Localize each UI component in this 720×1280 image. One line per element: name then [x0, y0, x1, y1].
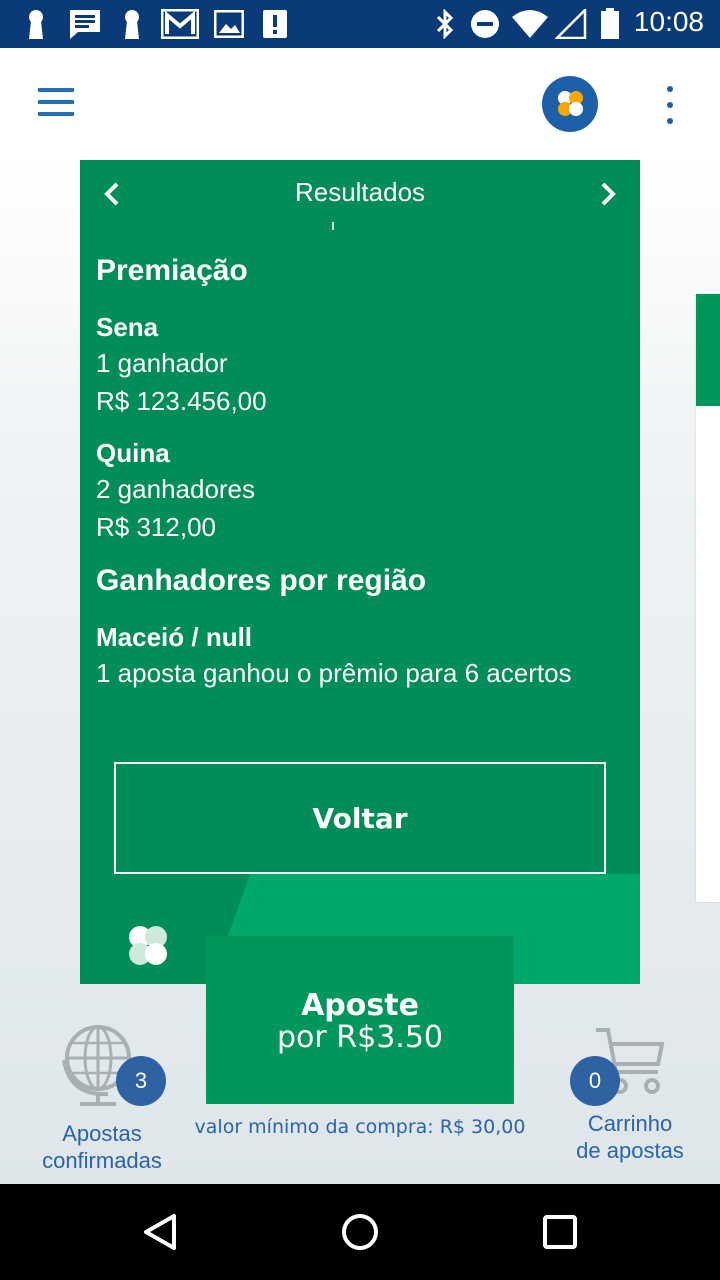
recents-icon[interactable] — [536, 1208, 584, 1256]
prize-name: Sena — [96, 312, 159, 342]
signal-icon — [554, 8, 588, 40]
message-icon — [66, 8, 104, 40]
regiao-heading: Ganhadores por região — [96, 564, 427, 597]
prize-winners: 1 ganhador — [96, 348, 228, 378]
cart-count-badge: 0 — [570, 1056, 620, 1106]
card-title: Resultados — [294, 177, 426, 207]
clover-logo-icon[interactable] — [542, 76, 598, 132]
do-not-disturb-icon — [468, 8, 502, 40]
chevron-right-icon[interactable] — [588, 174, 628, 214]
confirmed-label-line1: Apostas — [62, 1121, 142, 1146]
prize-amount: R$ 312,00 — [96, 512, 216, 542]
system-navigation-bar — [0, 1184, 720, 1280]
keyhole-icon — [22, 8, 50, 40]
region-detail: 1 aposta ganhou o prêmio para 6 acertos — [96, 658, 572, 688]
confirmed-label-line2: confirmadas — [42, 1148, 162, 1173]
image-icon — [212, 8, 246, 40]
prize-name: Quina — [96, 438, 170, 468]
app-header — [0, 48, 720, 160]
battery-icon — [598, 8, 622, 40]
scroll-indicator — [332, 222, 334, 230]
results-card: Resultados Premiação Sena 1 ganhador R$ … — [80, 160, 640, 984]
aposte-price: por R$3.50 — [277, 1020, 443, 1055]
prize-block-quina: Quina 2 ganhadores R$ 312,00 — [96, 436, 626, 546]
confirmed-bets-button[interactable]: 3 Apostas confirmadas — [20, 1020, 184, 1180]
prize-amount: R$ 123.456,00 — [96, 386, 267, 416]
more-vertical-icon[interactable] — [656, 84, 684, 128]
results-content: Premiação Sena 1 ganhador R$ 123.456,00 … — [96, 252, 626, 692]
clover-icon — [124, 922, 172, 975]
next-result-card[interactable] — [696, 294, 720, 902]
hamburger-menu-icon[interactable] — [34, 86, 78, 120]
voltar-button[interactable]: Voltar — [114, 762, 606, 874]
results-card-header: Resultados — [80, 160, 640, 230]
cart-label-line2: de apostas — [576, 1138, 684, 1163]
next-result-card-header — [696, 294, 720, 406]
status-bar: 10:08 — [0, 0, 720, 48]
back-icon[interactable] — [136, 1208, 184, 1256]
prize-block-sena: Sena 1 ganhador R$ 123.456,00 — [96, 310, 626, 420]
cart-label-line1: Carrinho — [587, 1111, 673, 1136]
min-purchase-note: valor mínimo da compra: R$ 30,00 — [194, 1116, 526, 1138]
region-place: Maceió / null — [96, 622, 253, 652]
bluetooth-icon — [432, 8, 458, 40]
aposte-label: Aposte — [301, 988, 419, 1023]
wifi-icon — [510, 8, 550, 40]
confirmed-count-badge: 3 — [116, 1056, 166, 1106]
premiacao-heading: Premiação — [96, 254, 248, 287]
home-icon[interactable] — [336, 1208, 384, 1256]
keyhole-icon — [118, 8, 146, 40]
prize-winners: 2 ganhadores — [96, 474, 256, 504]
status-time: 10:08 — [633, 6, 704, 37]
aposte-button[interactable]: Aposte por R$3.50 — [206, 936, 514, 1104]
alert-icon — [260, 8, 290, 40]
region-block: Maceió / null 1 aposta ganhou o prêmio p… — [96, 620, 626, 692]
cart-button[interactable]: 0 Carrinho de apostas — [548, 1020, 712, 1180]
gmail-icon — [160, 8, 200, 40]
